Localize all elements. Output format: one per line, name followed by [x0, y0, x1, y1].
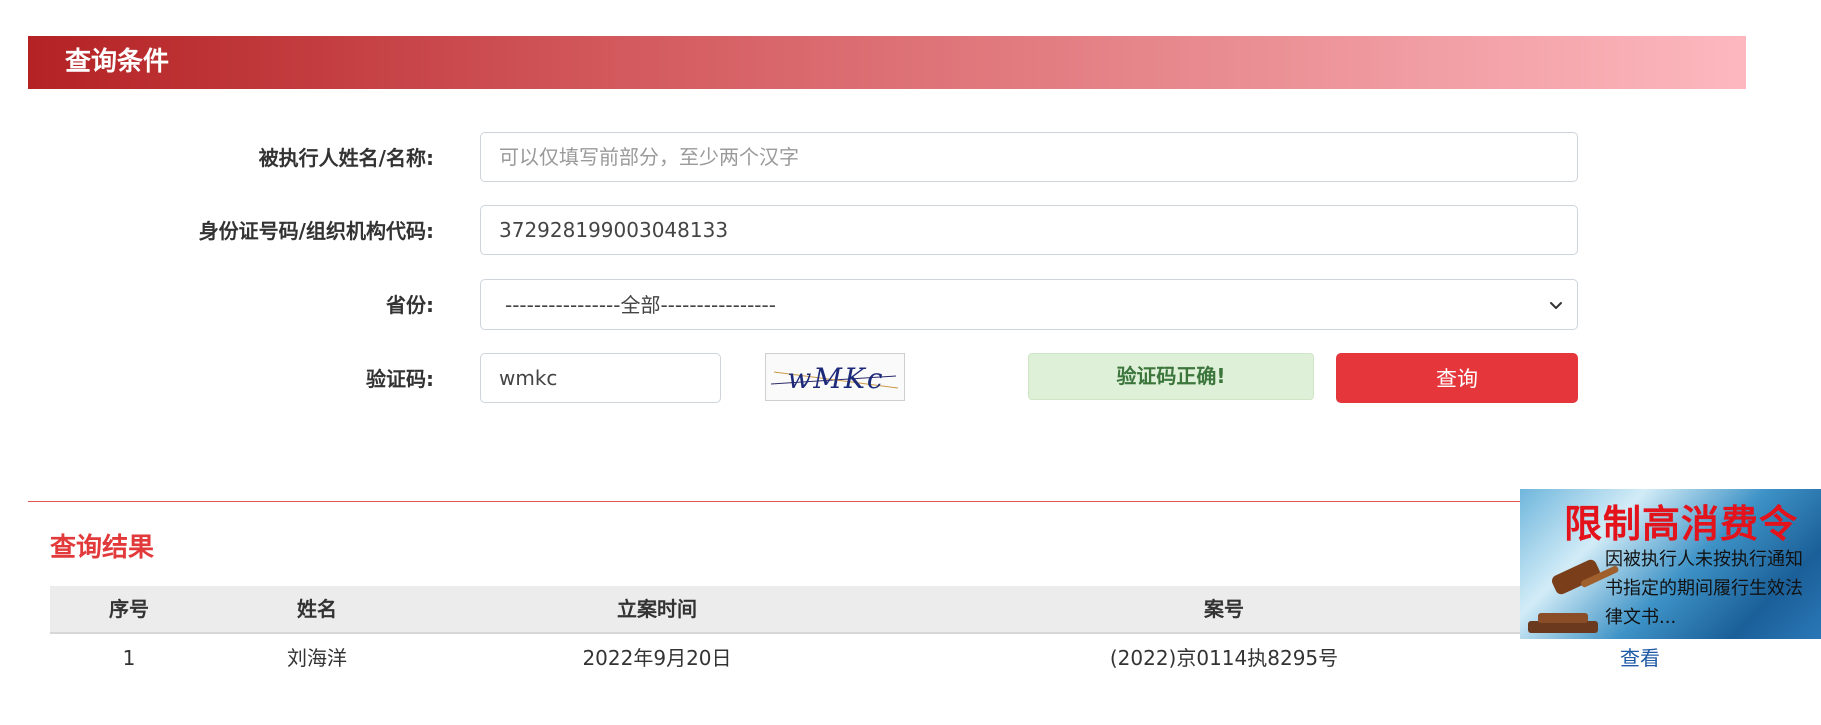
- query-button[interactable]: 查询: [1336, 353, 1578, 403]
- view-link[interactable]: 查看: [1620, 640, 1660, 676]
- captcha-input[interactable]: [480, 353, 721, 403]
- province-selected-value: ----------------全部----------------: [505, 293, 776, 317]
- row-index: 1: [122, 646, 136, 670]
- id-label: 身份证号码/组织机构代码:: [198, 219, 434, 243]
- row-name: 刘海洋: [287, 646, 347, 670]
- query-conditions-header: 查询条件: [28, 36, 1746, 89]
- column-header-filing-date: 立案时间: [617, 597, 697, 621]
- province-select[interactable]: ----------------全部----------------: [480, 279, 1578, 330]
- query-conditions-title: 查询条件: [65, 47, 170, 77]
- captcha-label: 验证码:: [366, 367, 434, 391]
- ad-text: 因被执行人未按执行通知书指定的期间履行生效法律文书...: [1605, 549, 1803, 628]
- captcha-image[interactable]: wMKc: [765, 353, 905, 401]
- column-header-case-number: 案号: [1204, 597, 1244, 621]
- row-case-number: (2022)京0114执8295号: [1109, 646, 1339, 670]
- captcha-status-message: 验证码正确!: [1028, 353, 1314, 400]
- ad-title: 限制高消费令: [1564, 502, 1799, 546]
- name-input[interactable]: [480, 132, 1578, 182]
- name-label: 被执行人姓名/名称:: [258, 146, 434, 170]
- captcha-image-text: wMKc: [787, 362, 884, 395]
- results-title: 查询结果: [50, 533, 155, 563]
- column-header-index: 序号: [109, 597, 149, 621]
- chevron-down-icon: [1550, 302, 1562, 309]
- column-header-name: 姓名: [297, 597, 337, 621]
- restriction-order-ad[interactable]: 限制高消费令 因被执行人未按执行通知书指定的期间履行生效法律文书...: [1520, 489, 1821, 639]
- row-filing-date: 2022年9月20日: [582, 646, 732, 670]
- section-divider: [28, 501, 1521, 502]
- results-table-header: 序号 姓名 立案时间 案号: [50, 586, 1650, 634]
- province-label: 省份:: [386, 293, 434, 317]
- id-number-input[interactable]: [480, 205, 1578, 255]
